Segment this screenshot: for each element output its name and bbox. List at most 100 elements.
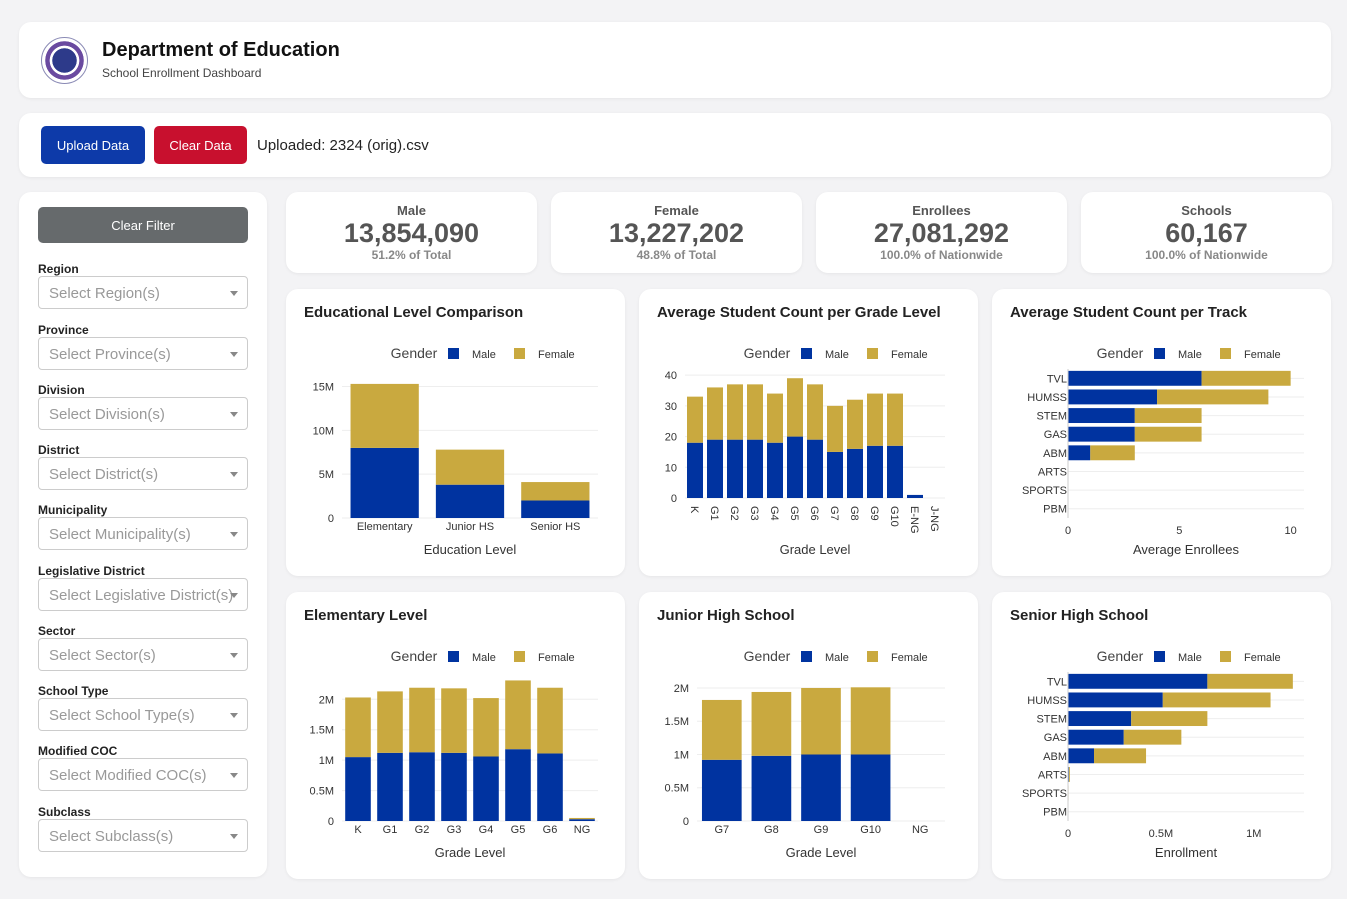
bar-female-G9 (867, 393, 883, 446)
bar-female-Senior HS (521, 482, 590, 501)
x-tick-label: E-NG (908, 506, 920, 534)
kpi-label: Male (397, 203, 426, 218)
y-tick-label: STEM (1036, 714, 1067, 726)
bar-male-G10 (887, 445, 903, 498)
chart-avg-student-count-track: Average Student Count per Track Gender Ma… (992, 289, 1331, 576)
bar-female-G6 (807, 384, 823, 440)
y-tick-label: 0 (328, 513, 334, 525)
filter-label-division: Division (38, 383, 85, 397)
bar-male-G7 (827, 451, 843, 498)
bar-male-STEM (1068, 408, 1135, 424)
filter-select-province[interactable]: Select Province(s) (38, 337, 248, 370)
chevron-down-icon[interactable] (230, 653, 238, 658)
legend-swatch-female (1220, 348, 1231, 359)
bar-male-Elementary (350, 447, 419, 518)
bar-female-STEM (1131, 711, 1208, 727)
kpi-subtext: 100.0% of Nationwide (880, 248, 1003, 262)
filter-select-legislative-district[interactable]: Select Legislative District(s) (38, 578, 248, 611)
kpi-enrollees: Enrollees 27,081,292 100.0% of Nationwid… (816, 192, 1067, 273)
filter-select-school-type[interactable]: Select School Type(s) (38, 698, 248, 731)
filter-select-division[interactable]: Select Division(s) (38, 397, 248, 430)
y-tick-label: 0 (671, 493, 677, 505)
kpi-value: 13,227,202 (608, 218, 745, 248)
x-tick-label: G4 (768, 506, 780, 521)
legend-label-female: Female (1244, 349, 1281, 361)
filter-select-municipality[interactable]: Select Municipality(s) (38, 517, 248, 550)
bar-female-ABM (1090, 445, 1135, 461)
x-axis-title: Grade Level (780, 542, 851, 557)
chevron-down-icon[interactable] (230, 713, 238, 718)
y-tick-label: 5M (319, 469, 334, 481)
chevron-down-icon[interactable] (230, 773, 238, 778)
clear-filter-button[interactable]: Clear Filter (38, 207, 248, 243)
upload-data-button[interactable]: Upload Data (41, 126, 145, 164)
filter-select-modified-coc[interactable]: Select Modified COC(s) (38, 758, 248, 791)
x-axis-title: Grade Level (435, 845, 506, 860)
chart-plot: Gender Male Female 0 5 10 TVL HUMSS STEM GAS ABM AR… (1022, 345, 1304, 557)
filter-label-municipality: Municipality (38, 503, 108, 517)
bar-female-G4 (473, 698, 499, 757)
bar-female-G3 (747, 384, 763, 440)
chevron-down-icon[interactable] (230, 593, 238, 598)
filter-placeholder: Select Sector(s) (49, 647, 156, 664)
bar-male-G4 (473, 756, 499, 821)
y-tick-label: 0 (683, 816, 689, 828)
bar-male-G1 (377, 752, 403, 821)
bar-male-GAS (1068, 426, 1135, 442)
filter-placeholder: Select Division(s) (49, 406, 165, 423)
y-tick-label: 1M (319, 755, 334, 767)
x-tick-label: G4 (479, 824, 494, 836)
legend-swatch-male (1154, 348, 1165, 359)
bar-male-TVL (1068, 370, 1202, 386)
chevron-down-icon[interactable] (230, 352, 238, 357)
bar-female-ARTS (1068, 766, 1070, 782)
clear-data-button[interactable]: Clear Data (154, 126, 247, 164)
x-axis-title: Education Level (424, 542, 517, 557)
bar-male-ABM (1068, 445, 1091, 461)
x-tick-label: J-NG (928, 506, 940, 532)
legend-label-male: Male (1178, 349, 1202, 361)
bar-female-G1 (707, 387, 723, 440)
legend-swatch-female (514, 348, 525, 359)
legend-swatch-male (801, 348, 812, 359)
bar-female-K (345, 697, 371, 758)
bar-female-TVL (1201, 370, 1291, 386)
y-tick-label: ARTS (1038, 769, 1067, 781)
x-tick-label: G1 (383, 824, 398, 836)
bar-female-G1 (377, 691, 403, 753)
bar-male-G7 (701, 759, 742, 821)
x-axis-title: Enrollment (1155, 845, 1218, 860)
bar-male-GAS (1068, 729, 1124, 745)
chevron-down-icon[interactable] (230, 532, 238, 537)
y-tick-label: 20 (665, 432, 677, 444)
chevron-down-icon[interactable] (230, 834, 238, 839)
y-tick-label: 10M (313, 425, 334, 437)
header-card: Department of Education School Enrollmen… (19, 22, 1331, 98)
filter-select-region[interactable]: Select Region(s) (38, 276, 248, 309)
bar-female-NG (569, 817, 595, 820)
chevron-down-icon[interactable] (230, 412, 238, 417)
bar-female-G2 (727, 384, 743, 440)
filter-select-subclass[interactable]: Select Subclass(s) (38, 819, 248, 852)
filter-placeholder: Select District(s) (49, 466, 159, 483)
chart-plot: Gender Male Female 0 5M 10M 15M Elementary Junio… (313, 345, 598, 557)
bar-male-HUMSS (1068, 389, 1158, 405)
chevron-down-icon[interactable] (230, 472, 238, 477)
filter-select-sector[interactable]: Select Sector(s) (38, 638, 248, 671)
y-tick-label: 2M (319, 694, 334, 706)
legend-label-female: Female (1244, 652, 1281, 664)
filter-label-sector: Sector (38, 624, 76, 638)
x-tick-label: G3 (748, 506, 760, 521)
filter-label-district: District (38, 443, 80, 457)
filter-sidebar: Clear Filter Region Select Region(s) Provi… (19, 192, 267, 877)
legend-label-female: Female (538, 349, 575, 361)
filter-select-district[interactable]: Select District(s) (38, 457, 248, 490)
chevron-down-icon[interactable] (230, 291, 238, 296)
bar-male-G8 (751, 755, 792, 821)
y-tick-label: 0.5M (665, 783, 689, 795)
x-tick-label: G6 (808, 506, 820, 521)
y-tick-label: GAS (1044, 732, 1067, 744)
filter-placeholder: Select Modified COC(s) (49, 767, 207, 784)
deped-seal-logo (41, 37, 88, 84)
bar-female-G10 (887, 393, 903, 446)
